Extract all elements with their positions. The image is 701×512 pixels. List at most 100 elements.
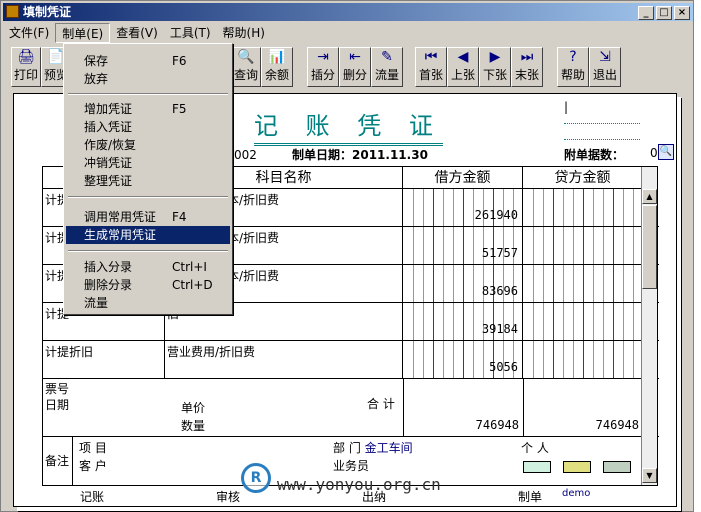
digit-gridline (543, 303, 544, 340)
credit-cell[interactable] (523, 189, 643, 226)
exit-button[interactable]: ⇲ 退出 (589, 47, 621, 87)
insert-entry-button[interactable]: ⇥ 插分 (307, 47, 339, 87)
digit-gridline (553, 303, 554, 340)
credit-cell[interactable] (523, 341, 643, 378)
menu-voucher[interactable]: 制单(E) (55, 23, 111, 43)
digit-gridline (563, 303, 564, 340)
help-button[interactable]: ? 帮助 (557, 47, 589, 87)
menu-item-insert-entry[interactable]: 插入分录 Ctrl+I (66, 258, 230, 276)
pen-icon[interactable] (603, 461, 631, 473)
first-page-icon: ⏮ (424, 49, 438, 65)
menu-item-cash-flow[interactable]: 流量 (66, 294, 230, 312)
menu-separator (68, 93, 228, 95)
digit-gridline (633, 265, 634, 302)
menu-tools[interactable]: 工具(T) (164, 23, 217, 43)
digit-gridline (583, 265, 584, 302)
menu-item-use-template[interactable]: 调用常用凭证 F4 (66, 208, 230, 226)
digit-gridline (593, 265, 594, 302)
table-row[interactable]: 计提折旧 营业费用/折旧费 5056 (43, 341, 659, 379)
account-cell[interactable]: 营业费用/折旧费 (165, 341, 403, 378)
booker-label: 记账 (80, 490, 105, 504)
debit-cell[interactable]: 51757 (403, 227, 523, 264)
digit-gridline (413, 265, 414, 302)
debit-amount: 83696 (481, 284, 518, 298)
maximize-button[interactable]: □ (656, 6, 672, 20)
menu-item-discard[interactable]: 放弃 (66, 70, 230, 88)
credit-cell[interactable] (523, 265, 643, 302)
digit-gridline (453, 303, 454, 340)
debit-header: 借方金额 (403, 167, 523, 189)
menu-item-insert-voucher[interactable]: 插入凭证 (66, 118, 230, 136)
pen-icon: ✎ (381, 49, 393, 65)
menu-item-reverse-voucher[interactable]: 冲销凭证 (66, 154, 230, 172)
digit-gridline (453, 189, 454, 226)
cash-flow-button[interactable]: ✎ 流量 (371, 47, 403, 87)
digit-gridline (533, 227, 534, 264)
digit-gridline (533, 265, 534, 302)
summary-cell[interactable]: 计提折旧 (43, 341, 165, 378)
doc-icon[interactable] (523, 461, 551, 473)
digit-gridline (413, 341, 414, 378)
dept-label: 部 门 (333, 441, 361, 455)
digit-gridline (473, 303, 474, 340)
digit-gridline (573, 227, 574, 264)
debit-cell[interactable]: 83696 (403, 265, 523, 302)
credit-cell[interactable] (523, 303, 643, 340)
menu-file[interactable]: 文件(F) (3, 23, 55, 43)
voucher-date[interactable]: 制单日期：2011.11.30 (292, 146, 428, 163)
digit-gridline (453, 265, 454, 302)
debit-amount: 51757 (481, 246, 518, 260)
search-icon[interactable]: 🔍 (658, 144, 674, 160)
debit-cell[interactable]: 261940 (403, 189, 523, 226)
vertical-scrollbar[interactable]: ▲ ▼ (641, 167, 657, 485)
watermark-text: www.yonyou.org.cn (277, 475, 441, 494)
first-button[interactable]: ⏮ 首张 (415, 47, 447, 87)
attachment-count[interactable]: 0 (650, 146, 658, 160)
digit-gridline (553, 189, 554, 226)
delete-entry-button[interactable]: ⇤ 删分 (339, 47, 371, 87)
debit-cell[interactable]: 5056 (403, 341, 523, 378)
digit-gridline (413, 303, 414, 340)
menu-item-tidy-voucher[interactable]: 整理凭证 (66, 172, 230, 190)
digit-gridline (573, 265, 574, 302)
scroll-thumb[interactable] (642, 205, 657, 289)
scroll-down-icon[interactable]: ▼ (642, 468, 657, 483)
balance-button[interactable]: 📊 余额 (261, 47, 293, 87)
digit-gridline (433, 303, 434, 340)
menu-item-create-template[interactable]: 生成常用凭证 (66, 226, 230, 244)
menu-item-delete-entry[interactable]: 删除分录 Ctrl+D (66, 276, 230, 294)
card-icon[interactable] (563, 461, 591, 473)
voucher-number-input[interactable]: | (564, 100, 640, 124)
voucher-number-fragment: 002 (234, 148, 257, 162)
debit-amount: 39184 (481, 322, 518, 336)
debit-cell[interactable]: 39184 (403, 303, 523, 340)
debit-amount: 261940 (474, 208, 518, 222)
credit-cell[interactable] (523, 227, 643, 264)
insert-row-icon: ⇥ (317, 49, 329, 65)
next-button[interactable]: ▶ 下张 (479, 47, 511, 87)
window-title: 填制凭证 (23, 5, 72, 19)
menu-item-void-restore[interactable]: 作废/恢复 (66, 136, 230, 154)
scroll-up-icon[interactable]: ▲ (642, 189, 657, 204)
digit-gridline (463, 227, 464, 264)
digit-gridline (563, 265, 564, 302)
digit-gridline (593, 341, 594, 378)
query-button[interactable]: 🔍 查询 (231, 47, 261, 87)
dept-value[interactable]: 金工车间 (365, 441, 413, 455)
prev-button[interactable]: ◀ 上张 (447, 47, 479, 87)
digit-gridline (463, 341, 464, 378)
menu-view[interactable]: 查看(V) (110, 23, 164, 43)
last-button[interactable]: ⏭ 末张 (511, 47, 543, 87)
digit-gridline (563, 227, 564, 264)
digit-gridline (543, 227, 544, 264)
digit-gridline (613, 227, 614, 264)
menu-separator (68, 196, 228, 198)
minimize-button[interactable]: _ (638, 6, 654, 20)
print-button[interactable]: 🖨 打印 (11, 47, 41, 87)
close-button[interactable]: × (674, 6, 690, 20)
menu-item-add-voucher[interactable]: 增加凭证 F5 (66, 100, 230, 118)
digit-gridline (423, 303, 424, 340)
menu-help[interactable]: 帮助(H) (217, 23, 271, 43)
maker-value: demo (562, 488, 591, 499)
menu-item-save[interactable]: 保存 F6 (66, 52, 230, 70)
